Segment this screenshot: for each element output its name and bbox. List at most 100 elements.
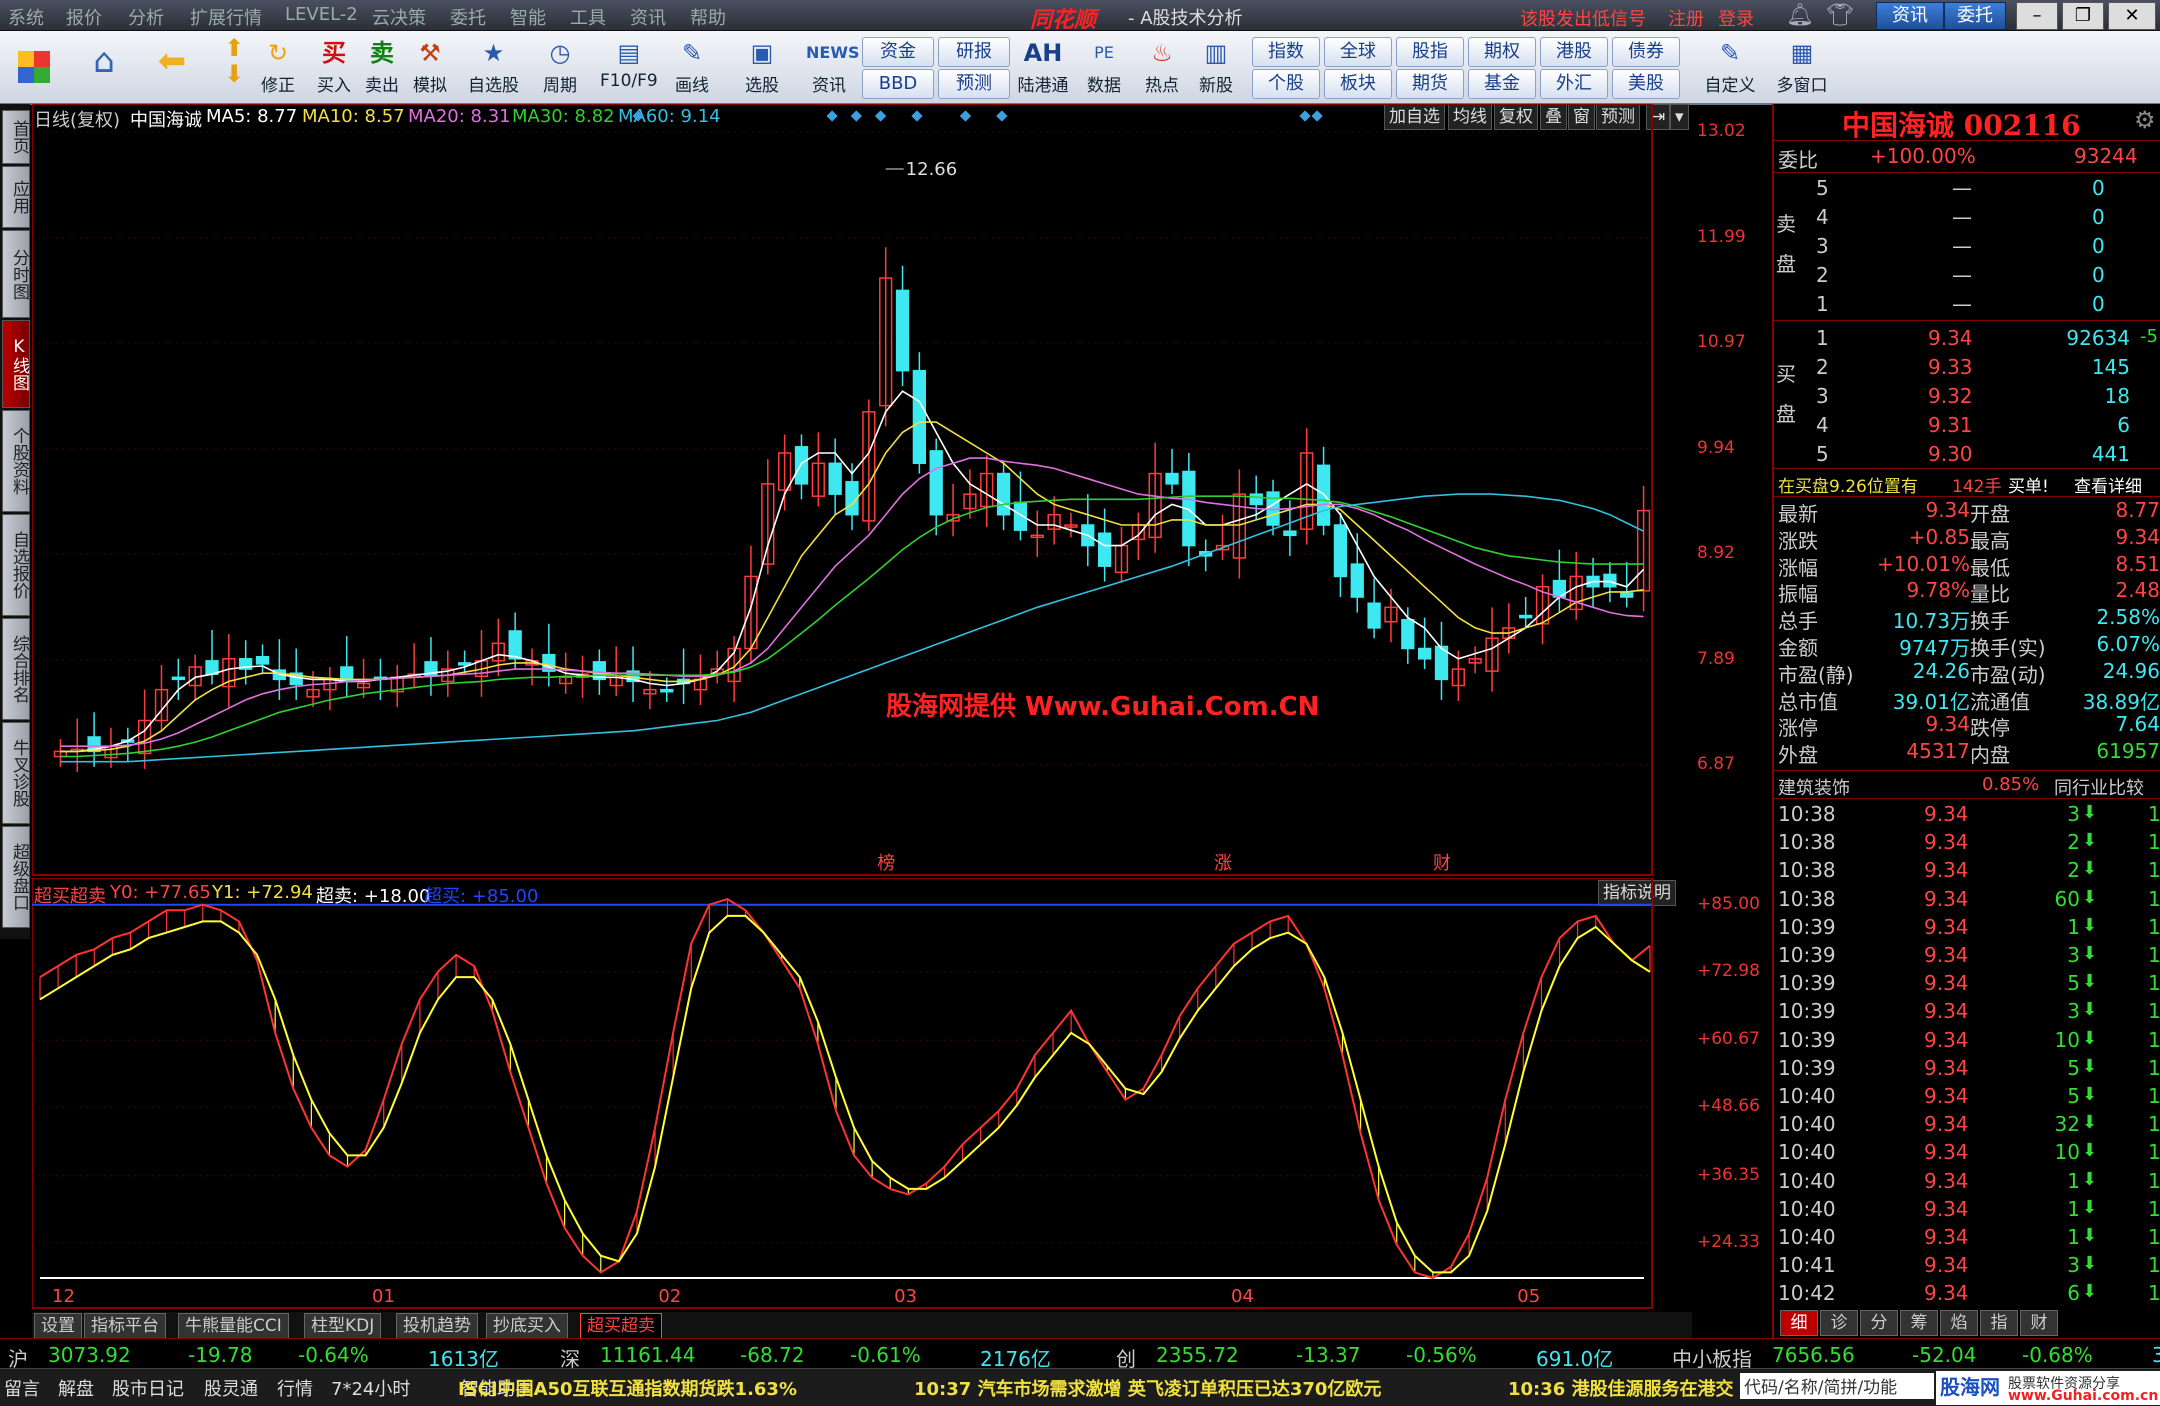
down-arrow-icon: ⬇ (2082, 1112, 2098, 1134)
industry-compare-link[interactable]: 同行业比较 (2054, 774, 2144, 800)
news-nav-item[interactable]: 股灵通 (204, 1375, 258, 1401)
custom-button[interactable]: ✎ 自定义 (1700, 35, 1760, 96)
tab-intraday[interactable]: 分时图 (2, 230, 30, 318)
simulate-button[interactable]: ⚒ 模拟 (410, 35, 450, 96)
tab-trend[interactable]: 投机趋势 (396, 1313, 478, 1339)
hotspot-button[interactable]: ♨ 热点 (1142, 35, 1182, 96)
tick-volume: 3 (2067, 1253, 2080, 1278)
single-stock-button[interactable]: 个股 (1252, 69, 1320, 99)
research-button[interactable]: 研报 (938, 37, 1010, 67)
indicator-chart[interactable]: 12 01 02 03 04 05 (32, 878, 1692, 1310)
news-nav-item[interactable]: 留言 (4, 1375, 40, 1401)
industry-name[interactable]: 建筑装饰 (1778, 774, 1850, 800)
data-button[interactable]: PE 数据 (1084, 35, 1124, 96)
hk-stock-button[interactable]: 港股 (1540, 37, 1608, 67)
us-stock-button[interactable]: 美股 (1612, 69, 1680, 99)
menu-info[interactable]: 资讯 (630, 4, 666, 30)
news-item-1[interactable]: ISCI中国A50互联互通指数期货跌1.63% (458, 1375, 797, 1401)
tick-side: 1 (2148, 1281, 2160, 1306)
quote-tab[interactable]: 指 (1980, 1310, 2018, 1336)
stock-pick-button[interactable]: ▣ 选股 (742, 35, 782, 96)
menu-extended[interactable]: 扩展行情 (190, 4, 262, 30)
close-icon[interactable]: ✕ (2108, 2, 2156, 30)
bond-button[interactable]: 债券 (1612, 37, 1680, 67)
index-button[interactable]: 指数 (1252, 37, 1320, 67)
quote-tab[interactable]: 分 (1860, 1310, 1898, 1336)
tab-home[interactable]: 首页 (2, 110, 30, 164)
tab-kdj[interactable]: 柱型KDJ (304, 1313, 382, 1339)
trade-button[interactable]: 委托 (1944, 2, 2006, 30)
tab-cci[interactable]: 牛熊量能CCI (178, 1313, 289, 1339)
signal-link[interactable]: 该股发出低信号 (1520, 5, 1646, 31)
sector-button[interactable]: 板块 (1324, 69, 1392, 99)
bell-icon[interactable]: 🔔︎ (1786, 3, 1814, 28)
tab-profile[interactable]: 个股资料 (2, 410, 30, 512)
menu-system[interactable]: 系统 (8, 4, 44, 30)
news-nav-item[interactable]: 7*24小时 (331, 1375, 410, 1401)
quote-tab[interactable]: 财 (2020, 1310, 2058, 1336)
tab-kline[interactable]: K线图 (2, 320, 30, 408)
gear-icon[interactable]: ⚙ (2134, 106, 2156, 134)
news-tool-button[interactable]: NEWS 资讯 (806, 35, 860, 96)
tab-super-board[interactable]: 超级盘口 (2, 826, 30, 928)
options-button[interactable]: 期权 (1468, 37, 1536, 67)
ipo-button[interactable]: ▥ 新股 (1196, 35, 1236, 96)
tab-settings[interactable]: 设置 (34, 1313, 82, 1339)
code-search-input[interactable]: 代码/名称/简拼/功能 (1740, 1373, 1934, 1399)
minimize-icon[interactable]: – (2016, 2, 2058, 30)
layout-button[interactable] (18, 35, 50, 83)
shirt-icon[interactable]: 👕︎ (1826, 3, 1854, 28)
correct-button[interactable]: ↻ 修正 (258, 35, 298, 96)
tick-side: 1 (2148, 802, 2160, 826)
menu-smart[interactable]: 智能 (510, 4, 546, 30)
watchlist-button[interactable]: ★ 自选股 (468, 35, 519, 96)
news-button[interactable]: 资讯 (1876, 2, 1944, 30)
buy-button[interactable]: 买买入 (314, 35, 354, 96)
global-button[interactable]: 全球 (1324, 37, 1392, 67)
tab-diagnosis[interactable]: 牛叉诊股 (2, 722, 30, 824)
period-button[interactable]: ◷ 周期 (540, 35, 580, 96)
sell-button[interactable]: 卖卖出 (362, 35, 402, 96)
menu-level2[interactable]: LEVEL-2 (285, 4, 358, 25)
hk-connect-button[interactable]: AH 陆港通 (1014, 35, 1072, 96)
forecast-button[interactable]: 预测 (938, 69, 1010, 99)
news-nav-item[interactable]: 解盘 (58, 1375, 94, 1401)
tab-overbought[interactable]: 超买超卖 (580, 1313, 662, 1339)
news-item-2[interactable]: 10:37 汽车市场需求激增 英飞凌订单积压已达370亿欧元 (914, 1375, 1381, 1401)
menu-help[interactable]: 帮助 (690, 4, 726, 30)
fund-button[interactable]: 资金 (862, 37, 934, 67)
quote-tab[interactable]: 焰 (1940, 1310, 1978, 1336)
home-button[interactable]: ⌂ (84, 35, 124, 79)
tab-bottom-buy[interactable]: 抄底买入 (486, 1313, 568, 1339)
tab-indicator-platform[interactable]: 指标平台 (84, 1313, 166, 1339)
f10-button[interactable]: ▤ F10/F9 (600, 35, 658, 91)
login-link[interactable]: 登录 (1718, 5, 1754, 31)
quote-tab[interactable]: 筹 (1900, 1310, 1938, 1336)
quote-tab[interactable]: 诊 (1820, 1310, 1858, 1336)
menu-tools[interactable]: 工具 (570, 4, 606, 30)
tab-apps[interactable]: 应用 (2, 166, 30, 228)
quote-tab[interactable]: 细 (1780, 1310, 1818, 1336)
menu-quote[interactable]: 报价 (66, 4, 102, 30)
multi-window-button[interactable]: ▦ 多窗口 (1772, 35, 1832, 96)
news-item-3[interactable]: 10:36 港股佳源服务在港交 (1508, 1375, 1734, 1401)
news-nav-item[interactable]: 行情 (277, 1375, 313, 1401)
news-nav-item[interactable]: 股市日记 (112, 1375, 184, 1401)
restore-icon[interactable]: ❐ (2062, 2, 2104, 30)
up-down-button[interactable]: ⬆ ⬇ (214, 35, 244, 87)
stock-index-button[interactable]: 股指 (1396, 37, 1464, 67)
kline-chart[interactable]: 12.66 榜 涨 财 (32, 104, 1692, 877)
menu-cloud[interactable]: 云决策 (372, 4, 426, 30)
draw-line-button[interactable]: ✎ 画线 (672, 35, 712, 96)
funds-button[interactable]: 基金 (1468, 69, 1536, 99)
order-detail-link[interactable]: 查看详细 (2074, 472, 2142, 497)
bbd-button[interactable]: BBD (862, 69, 934, 99)
back-button[interactable]: ⬅ (152, 35, 192, 79)
tab-ranking[interactable]: 综合排名 (2, 618, 30, 720)
forex-button[interactable]: 外汇 (1540, 69, 1608, 99)
register-link[interactable]: 注册 (1668, 5, 1704, 31)
tab-watch-quote[interactable]: 自选报价 (2, 514, 30, 616)
futures-button[interactable]: 期货 (1396, 69, 1464, 99)
menu-trade[interactable]: 委托 (450, 4, 486, 30)
menu-analysis[interactable]: 分析 (128, 4, 164, 30)
